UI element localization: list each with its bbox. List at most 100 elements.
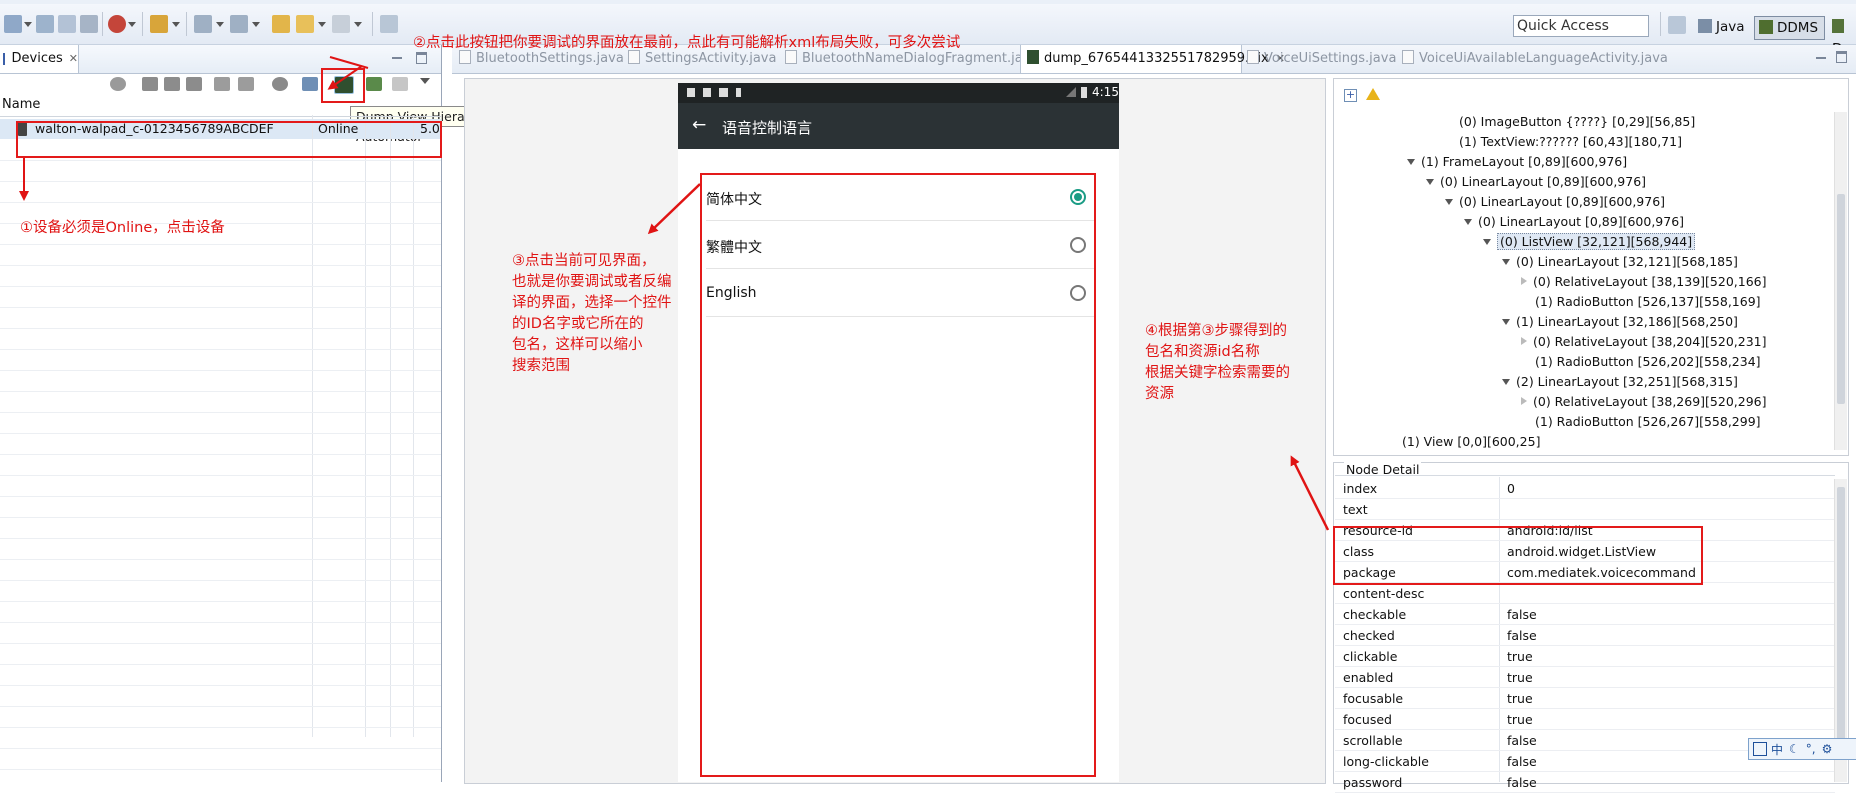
update-heap-icon[interactable]: [142, 77, 158, 91]
property-row[interactable]: focusable true: [1335, 688, 1835, 709]
cause-gc-icon[interactable]: [186, 77, 202, 91]
grid-row-line: [0, 244, 441, 245]
tab-devices[interactable]: Devices ✕: [0, 45, 79, 73]
collapse-toggle-icon[interactable]: [1502, 259, 1510, 265]
forward-dropdown-icon[interactable]: [354, 22, 362, 27]
tree-node[interactable]: (0) RelativeLayout [38,204][520,231]: [1521, 334, 1767, 349]
screen-capture-icon[interactable]: [302, 77, 318, 91]
property-row[interactable]: password false: [1335, 772, 1835, 793]
new-dropdown-icon[interactable]: [24, 22, 32, 27]
tree-node[interactable]: (0) LinearLayout [0,89][600,976]: [1426, 174, 1646, 189]
tree-node[interactable]: (0) RelativeLayout [38,269][520,296]: [1521, 394, 1767, 409]
moon-icon[interactable]: ☾: [1789, 742, 1800, 756]
tree-node[interactable]: (1) LinearLayout [32,186][568,250]: [1502, 314, 1738, 329]
tree-node[interactable]: (1) TextView:?????? [60,43][180,71]: [1445, 134, 1682, 149]
property-row[interactable]: focused true: [1335, 709, 1835, 730]
tree-node[interactable]: (1) RadioButton [526,137][558,169]: [1521, 294, 1761, 309]
stop-process-icon[interactable]: [272, 77, 288, 91]
expand-toggle-icon[interactable]: [1521, 337, 1527, 345]
tree-node[interactable]: (0) LinearLayout [0,89][600,976]: [1445, 194, 1665, 209]
perspective-ddms[interactable]: DDMS: [1754, 16, 1826, 40]
collapse-toggle-icon[interactable]: [1426, 179, 1434, 185]
next-annotation-icon[interactable]: [194, 15, 212, 33]
quick-access-input[interactable]: Quick Access: [1513, 15, 1649, 37]
systrace-icon[interactable]: [366, 77, 382, 91]
collapse-toggle-icon[interactable]: [1445, 199, 1453, 205]
debug-dropdown-icon[interactable]: [128, 22, 136, 27]
tree-node[interactable]: (0) RelativeLayout [38,139][520,166]: [1521, 274, 1767, 289]
tree-node[interactable]: (1) View [0,0][600,25]: [1388, 434, 1540, 449]
save-all-icon[interactable]: [58, 15, 76, 33]
view-menu-icon[interactable]: [420, 78, 430, 84]
property-row[interactable]: clickable true: [1335, 646, 1835, 667]
open-perspective-icon[interactable]: [1668, 16, 1686, 34]
warning-icon[interactable]: [1366, 88, 1380, 100]
back-icon[interactable]: [296, 15, 314, 33]
start-method-profiling-icon[interactable]: [238, 77, 254, 91]
scrollbar-thumb[interactable]: [1837, 194, 1845, 404]
scrollbar-thumb[interactable]: [1837, 487, 1845, 747]
property-row[interactable]: index 0: [1335, 478, 1835, 499]
tree-scrollbar[interactable]: [1834, 112, 1847, 450]
tab-voice-ui-settings[interactable]: VoiceUiSettings.java: [1247, 45, 1396, 73]
forward-icon[interactable]: [332, 15, 350, 33]
new-icon[interactable]: [4, 15, 22, 33]
tools-dropdown-icon[interactable]: [172, 22, 180, 27]
tab-label: dump_6765441332551782959.uix: [1044, 51, 1269, 66]
maximize-editor-icon[interactable]: [1836, 51, 1847, 63]
debug-icon[interactable]: [108, 15, 126, 33]
grid-row-line: [0, 349, 441, 350]
close-icon[interactable]: ✕: [69, 45, 78, 73]
tree-node[interactable]: (0) ImageButton {????} [0,29][56,85]: [1445, 114, 1695, 129]
expand-all-icon[interactable]: +: [1344, 89, 1357, 102]
property-row[interactable]: text: [1335, 499, 1835, 520]
back-arrow-icon[interactable]: ←: [692, 115, 706, 135]
tab-voice-ui-language[interactable]: VoiceUiAvailableLanguageActivity.java: [1402, 45, 1668, 73]
tree-node[interactable]: (0) ListView [32,121][568,944]: [1483, 233, 1696, 250]
property-value: 0: [1507, 481, 1515, 496]
collapse-toggle-icon[interactable]: [1483, 239, 1491, 245]
expand-toggle-icon[interactable]: [1521, 397, 1527, 405]
expand-toggle-icon[interactable]: [1521, 277, 1527, 285]
tree-node[interactable]: (0) LinearLayout [0,89][600,976]: [1464, 214, 1684, 229]
dump-hprof-icon[interactable]: [164, 77, 180, 91]
debug-process-icon[interactable]: [110, 77, 126, 91]
collapse-toggle-icon[interactable]: [1407, 159, 1415, 165]
tree-node[interactable]: (2) LinearLayout [32,251][568,315]: [1502, 374, 1738, 389]
collapse-toggle-icon[interactable]: [1464, 219, 1472, 225]
tree-node[interactable]: (1) RadioButton [526,202][558,234]: [1521, 354, 1761, 369]
next-annotation-dropdown-icon[interactable]: [216, 22, 224, 27]
property-key: enabled: [1343, 670, 1394, 685]
collapse-toggle-icon[interactable]: [1502, 379, 1510, 385]
print-icon[interactable]: [80, 15, 98, 33]
prev-annotation-dropdown-icon[interactable]: [252, 22, 260, 27]
tab-dump-uix[interactable]: dump_6765441332551782959.uix ✕: [1020, 45, 1285, 73]
tree-node[interactable]: (0) LinearLayout [32,121][568,185]: [1502, 254, 1738, 269]
node-detail-scrollbar[interactable]: [1834, 479, 1847, 782]
minimize-editor-icon[interactable]: [1816, 57, 1826, 59]
back-dropdown-icon[interactable]: [318, 22, 326, 27]
prev-annotation-icon[interactable]: [230, 15, 248, 33]
property-row[interactable]: content-desc: [1335, 583, 1835, 604]
update-threads-icon[interactable]: [214, 77, 230, 91]
property-row[interactable]: checked false: [1335, 625, 1835, 646]
property-key: checked: [1343, 628, 1395, 643]
ime-toolbar[interactable]: 中 ☾ °, ⚙: [1748, 738, 1856, 760]
collapse-toggle-icon[interactable]: [1502, 319, 1510, 325]
perspective-debug[interactable]: D: [1832, 16, 1856, 57]
ime-language[interactable]: 中: [1771, 741, 1783, 758]
tools-icon[interactable]: [150, 15, 168, 33]
property-row[interactable]: checkable false: [1335, 604, 1835, 625]
property-row[interactable]: enabled true: [1335, 667, 1835, 688]
start-opengl-trace-icon[interactable]: [392, 77, 408, 91]
punctuation-icon[interactable]: °,: [1806, 742, 1816, 756]
tree-node[interactable]: (1) FrameLayout [0,89][600,976]: [1407, 154, 1627, 169]
save-icon[interactable]: [36, 15, 54, 33]
minimize-view-icon[interactable]: [392, 57, 402, 59]
last-edit-icon[interactable]: [272, 15, 290, 33]
perspective-java[interactable]: Java: [1698, 16, 1745, 38]
tree-node[interactable]: (1) RadioButton [526,267][558,299]: [1521, 414, 1761, 429]
phone-clock: 4:15: [1092, 85, 1119, 99]
pin-editor-icon[interactable]: [380, 15, 398, 33]
settings-icon[interactable]: ⚙: [1822, 742, 1833, 756]
